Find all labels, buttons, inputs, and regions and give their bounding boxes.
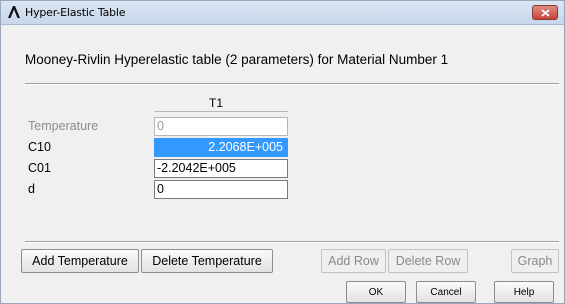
cancel-button[interactable]: Cancel [416,281,476,303]
d-cell[interactable]: 0 [154,180,288,199]
table-heading: Mooney-Rivlin Hyperelastic table (2 para… [25,52,449,67]
graph-button[interactable]: Graph [511,249,559,273]
bottom-divider [25,241,559,243]
top-divider [25,83,559,85]
close-button[interactable] [532,5,558,20]
delete-row-button[interactable]: Delete Row [388,249,468,273]
column-header-underline [154,111,288,112]
c10-cell[interactable]: 2.2068E+005 [154,138,288,157]
temperature-cell: 0 [154,117,288,136]
row-label-temperature: Temperature [28,119,99,133]
help-button[interactable]: Help [494,281,554,303]
ok-button[interactable]: OK [346,281,406,303]
row-label-c01: C01 [28,161,51,175]
hyper-elastic-table-window: Hyper-Elastic Table Mooney-Rivlin Hypere… [0,0,565,304]
row-label-d: d [28,182,35,196]
delete-temperature-button[interactable]: Delete Temperature [141,249,273,273]
add-row-button[interactable]: Add Row [321,249,386,273]
column-header-t1: T1 [209,96,224,110]
add-temperature-button[interactable]: Add Temperature [21,249,139,273]
close-icon [541,9,550,17]
c01-cell[interactable]: -2.2042E+005 [154,159,288,178]
ansys-logo-icon [7,5,21,19]
title-bar[interactable]: Hyper-Elastic Table [1,1,564,25]
row-label-c10: C10 [28,140,51,154]
window-title: Hyper-Elastic Table [25,6,126,19]
